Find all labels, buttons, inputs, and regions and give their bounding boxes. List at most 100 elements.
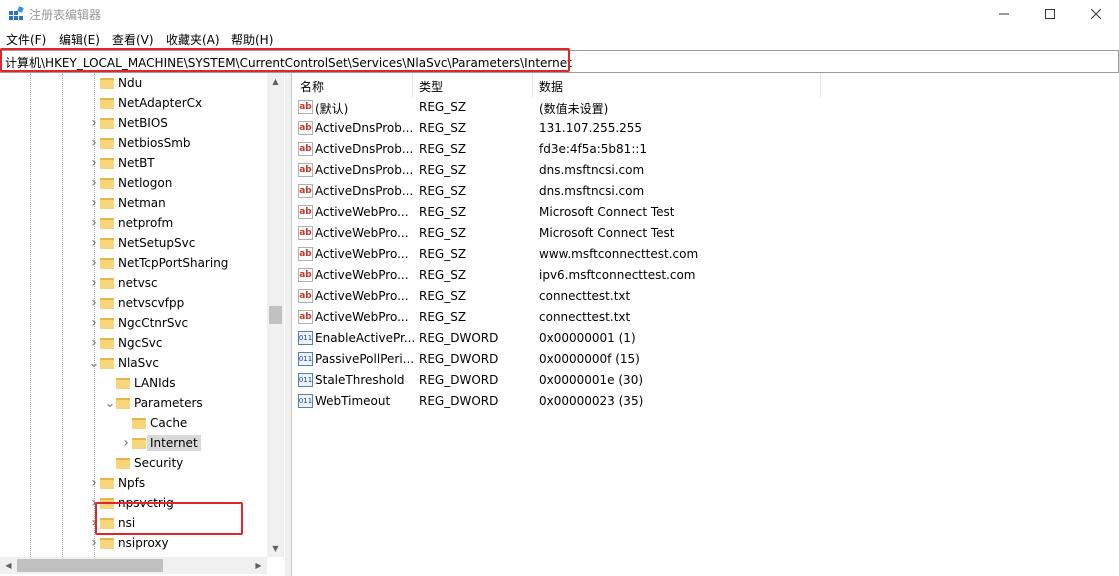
expand-chevron-icon[interactable]: › <box>88 173 100 193</box>
folder-icon <box>100 77 114 89</box>
string-value-icon: ab <box>298 268 313 282</box>
value-type: REG_SZ <box>419 163 467 177</box>
tree-item[interactable]: ⌄ Parameters <box>104 393 203 413</box>
value-row[interactable]: ab ActiveDnsProb... REG_SZ fd3e:4f5a:5b81::… <box>292 139 1119 160</box>
value-row[interactable]: ab ActiveDnsProb... REG_SZ dns.msftncsi.com <box>292 181 1119 202</box>
column-header-type[interactable]: 类型 <box>419 78 443 95</box>
tree-item[interactable]: › Internet <box>120 433 201 453</box>
column-header-data[interactable]: 数据 <box>539 78 563 95</box>
folder-icon <box>100 197 114 209</box>
expand-chevron-icon[interactable]: › <box>88 293 100 313</box>
value-name: ActiveWebPro... <box>315 247 409 261</box>
tree-item[interactable]: Security <box>104 453 183 473</box>
value-name: (默认) <box>315 102 349 116</box>
string-value-icon: ab <box>298 205 313 219</box>
collapse-chevron-icon[interactable]: ⌄ <box>104 393 116 413</box>
expand-chevron-icon[interactable]: › <box>88 533 100 553</box>
tree-item[interactable]: ⌄ NlaSvc <box>88 353 159 373</box>
scroll-right-icon[interactable]: ▶ <box>250 557 267 574</box>
value-row[interactable]: 011 WebTimeout REG_DWORD 0x00000023 (35) <box>292 391 1119 412</box>
tree-vertical-scrollbar[interactable]: ▲ ▼ <box>267 73 284 557</box>
expand-chevron-icon[interactable]: › <box>88 333 100 353</box>
tree-item[interactable]: › nsiproxy <box>88 533 168 553</box>
expand-chevron-icon[interactable]: › <box>88 193 100 213</box>
column-separator[interactable] <box>412 73 413 97</box>
folder-icon <box>100 177 114 189</box>
expand-chevron-icon[interactable]: › <box>88 233 100 253</box>
menu-view[interactable]: 查看(V) <box>112 31 154 48</box>
value-row[interactable]: ab ActiveDnsProb... REG_SZ dns.msftncsi.com <box>292 160 1119 181</box>
value-row[interactable]: ab ActiveWebPro... REG_SZ www.msftconnectte… <box>292 244 1119 265</box>
value-row[interactable]: ab ActiveWebPro... REG_SZ connecttest.txt <box>292 307 1119 328</box>
minimize-button[interactable] <box>981 0 1027 28</box>
expand-chevron-icon[interactable]: › <box>88 253 100 273</box>
expand-chevron-icon[interactable]: › <box>88 213 100 233</box>
value-row[interactable]: ab ActiveDnsProb... REG_SZ 131.107.255.255 <box>292 118 1119 139</box>
folder-icon <box>116 457 130 469</box>
value-row[interactable]: ab (默认) REG_SZ (数值未设置) <box>292 97 1119 118</box>
menu-favorites[interactable]: 收藏夹(A) <box>166 31 220 48</box>
tree-item[interactable]: › Netlogon <box>88 173 172 193</box>
string-value-icon: ab <box>298 142 313 156</box>
column-separator[interactable] <box>532 73 533 97</box>
value-row[interactable]: 011 PassivePollPeri... REG_DWORD 0x0000000f… <box>292 349 1119 370</box>
tree-item[interactable]: › netprofm <box>88 213 173 233</box>
tree-item[interactable]: › netvscvfpp <box>88 293 184 313</box>
expand-chevron-icon[interactable]: › <box>88 113 100 133</box>
tree-item[interactable]: LANIds <box>104 373 176 393</box>
expand-chevron-icon[interactable]: › <box>88 273 100 293</box>
expand-chevron-icon[interactable]: › <box>88 153 100 173</box>
scroll-up-icon[interactable]: ▲ <box>267 73 284 90</box>
tree-horizontal-scrollbar[interactable]: ◀ ▶ <box>0 557 267 574</box>
tree-item[interactable]: Ndu <box>88 73 142 93</box>
tree-item-label: netvscvfpp <box>118 296 185 310</box>
tree-item[interactable]: › NetBT <box>88 153 154 173</box>
string-value-icon: ab <box>298 184 313 198</box>
tree-item[interactable]: › Npfs <box>88 473 145 493</box>
value-row[interactable]: ab ActiveWebPro... REG_SZ connecttest.txt <box>292 286 1119 307</box>
menu-edit[interactable]: 编辑(E) <box>59 31 100 48</box>
key-tree: Ndu NetAdapterCx › NetBIOS › NetbiosSmb › NetBT… <box>0 73 267 557</box>
value-row[interactable]: ab ActiveWebPro... REG_SZ Microsoft Connect… <box>292 223 1119 244</box>
value-row[interactable]: ab ActiveWebPro... REG_SZ ipv6.msftconnectt… <box>292 265 1119 286</box>
scroll-thumb[interactable] <box>269 306 282 324</box>
menu-help[interactable]: 帮助(H) <box>231 31 273 48</box>
menu-file[interactable]: 文件(F) <box>6 31 46 48</box>
value-row[interactable]: ab ActiveWebPro... REG_SZ Microsoft Connect… <box>292 202 1119 223</box>
tree-item[interactable]: › NetbiosSmb <box>88 133 191 153</box>
collapse-chevron-icon[interactable]: ⌄ <box>88 353 100 373</box>
tree-item[interactable]: › NgcCtnrSvc <box>88 313 188 333</box>
value-row[interactable]: 011 StaleThreshold REG_DWORD 0x0000001e (30… <box>292 370 1119 391</box>
tree-guide-line <box>62 73 63 557</box>
menu-bar: 文件(F) 编辑(E) 查看(V) 收藏夹(A) 帮助(H) <box>0 28 1119 48</box>
scroll-left-icon[interactable]: ◀ <box>0 557 17 574</box>
tree-item[interactable]: › netvsc <box>88 273 157 293</box>
tree-item[interactable]: › NetBIOS <box>88 113 168 133</box>
expand-chevron-icon[interactable]: › <box>88 133 100 153</box>
folder-icon <box>100 97 114 109</box>
maximize-button[interactable] <box>1027 0 1073 28</box>
value-row[interactable]: 011 EnableActivePr... REG_DWORD 0x00000001 … <box>292 328 1119 349</box>
scroll-down-icon[interactable]: ▼ <box>267 540 284 557</box>
string-value-icon: ab <box>298 163 313 177</box>
expand-chevron-icon[interactable]: › <box>88 473 100 493</box>
tree-item-label: netprofm <box>118 216 174 230</box>
dword-value-icon: 011 <box>298 352 313 366</box>
scroll-thumb[interactable] <box>17 559 163 572</box>
tree-item[interactable]: › NetTcpPortSharing <box>88 253 228 273</box>
expand-chevron-icon[interactable]: › <box>120 433 132 453</box>
close-button[interactable] <box>1073 0 1119 28</box>
value-name: PassivePollPeri... <box>315 352 415 366</box>
expand-chevron-icon[interactable]: › <box>88 313 100 333</box>
tree-item[interactable]: › NetSetupSvc <box>88 233 195 253</box>
tree-item-label: Internet <box>147 435 201 451</box>
tree-item-label: NetbiosSmb <box>118 136 191 150</box>
column-header-name[interactable]: 名称 <box>300 78 324 95</box>
value-name: EnableActivePr... <box>315 331 416 345</box>
value-data: ipv6.msftconnecttest.com <box>539 268 696 282</box>
tree-item[interactable]: Cache <box>120 413 187 433</box>
tree-item[interactable]: NetAdapterCx <box>88 93 202 113</box>
column-separator[interactable] <box>820 73 821 97</box>
tree-item[interactable]: › NgcSvc <box>88 333 162 353</box>
tree-item[interactable]: › Netman <box>88 193 166 213</box>
